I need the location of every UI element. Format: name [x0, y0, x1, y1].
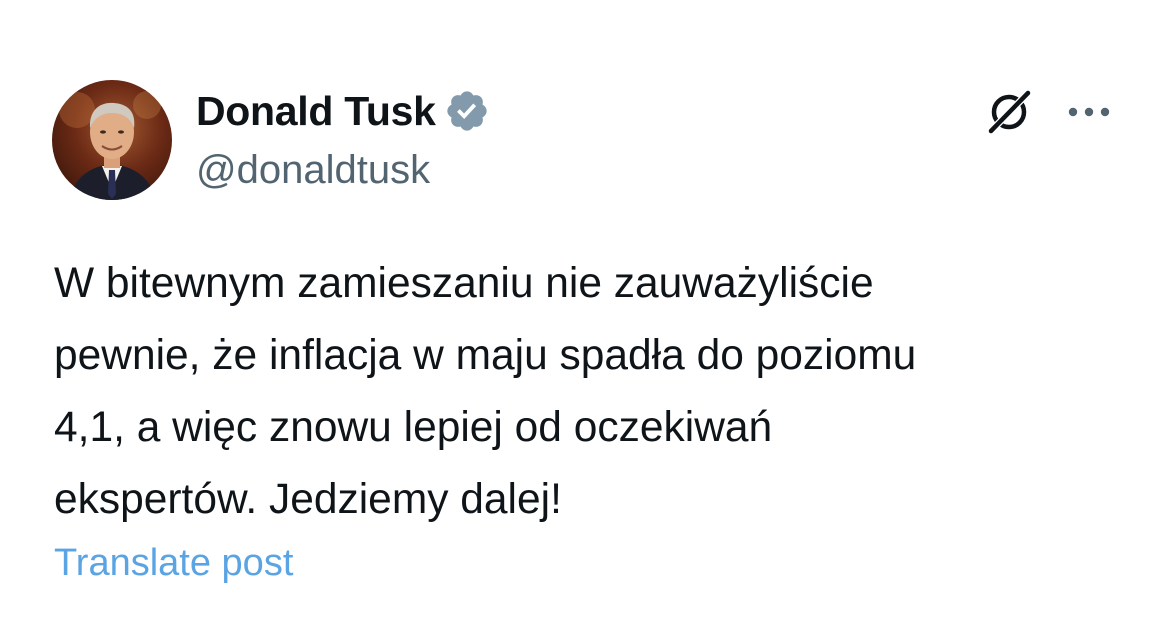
tweet-card: Donald Tusk @donaldtusk W bitewnym zamie… — [0, 0, 1170, 641]
more-options-icon[interactable] — [1064, 92, 1114, 132]
author-handle[interactable]: @donaldtusk — [196, 148, 430, 193]
tweet-text: W bitewnym zamieszaniu nie zauważyliście… — [54, 260, 917, 523]
grok-icon[interactable] — [985, 86, 1035, 136]
author-name-row: Donald Tusk — [196, 86, 490, 136]
avatar-photo — [59, 91, 161, 200]
author-display-name[interactable]: Donald Tusk — [196, 88, 436, 135]
avatar[interactable] — [52, 80, 172, 200]
verified-badge-icon[interactable] — [444, 88, 490, 134]
translate-post-link[interactable]: Translate post — [54, 542, 293, 585]
